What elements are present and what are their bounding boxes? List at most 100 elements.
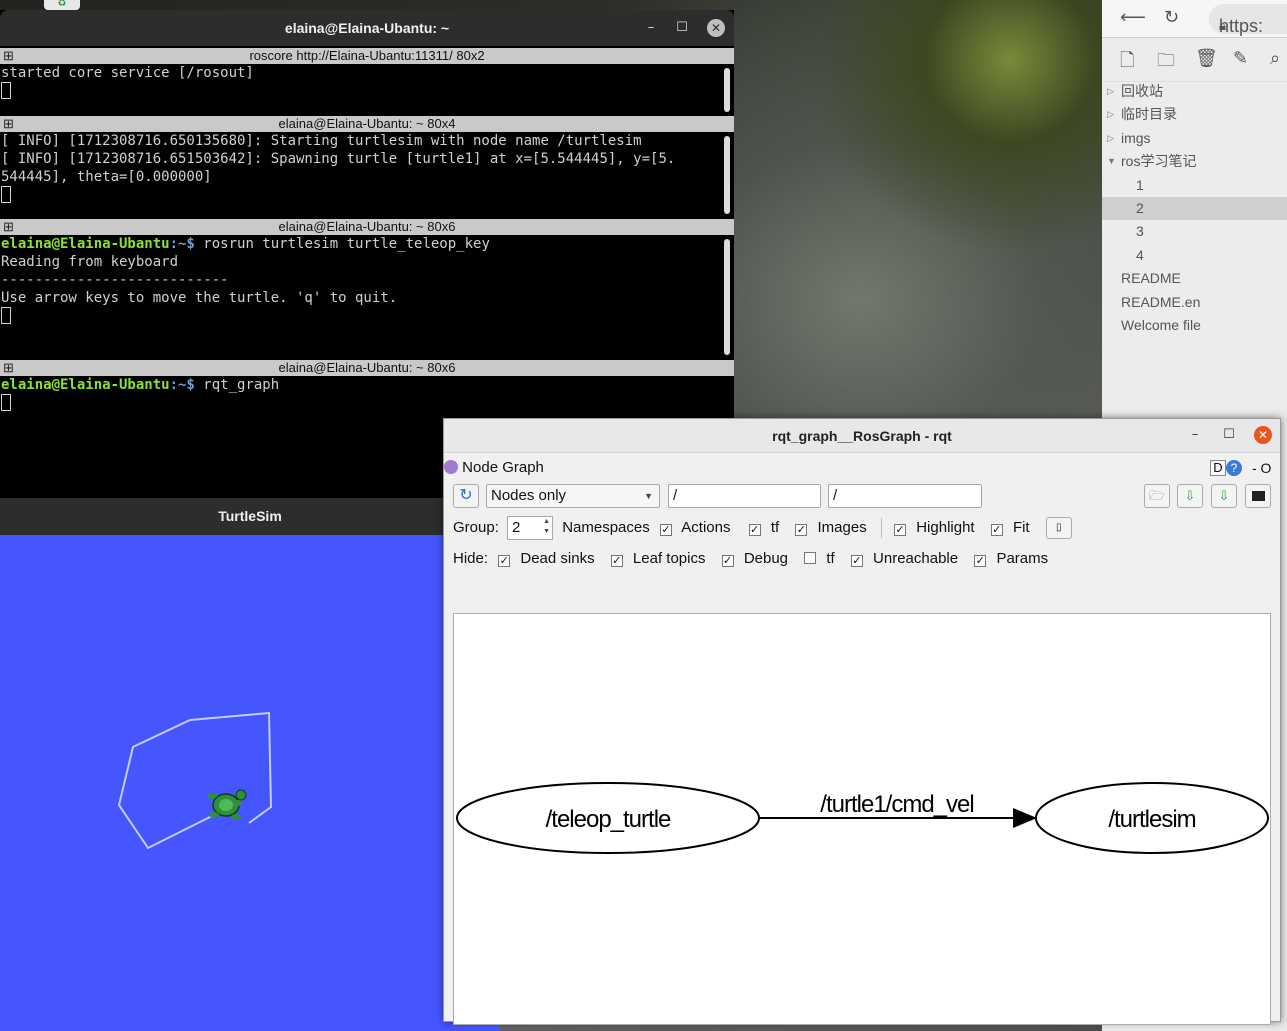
cursor: [1, 82, 11, 99]
terminal-pane-teleop[interactable]: ⊞ elaina@Elaina-Ubantu: ~ 80x6 elaina@El…: [0, 219, 734, 357]
images-checkbox[interactable]: ✓: [795, 524, 808, 536]
tree-item[interactable]: README.en: [1102, 291, 1287, 314]
node-turtlesim-label: /turtlesim: [1108, 806, 1195, 833]
dropdown-arrow-icon: ▼: [644, 491, 653, 501]
highlight-checkbox[interactable]: ✓: [894, 524, 907, 536]
pane-output: elaina@Elaina-Ubantu:~$ rosrun turtlesim…: [0, 235, 734, 325]
terminal-pane-turtlesim[interactable]: ⊞ elaina@Elaina-Ubantu: ~ 80x4 [ INFO] […: [0, 116, 734, 216]
file-tree: ▷ 回收站 ▷ 临时目录 ▷ imgs ▼ ros学习笔记 1 2 3 4 README…: [1102, 80, 1287, 337]
leaf-topics-checkbox[interactable]: ✓: [610, 555, 623, 567]
back-arrow-icon[interactable]: ⟵: [1120, 7, 1146, 28]
browser-toolbar: ⟵ ↻ 🔒︎ https:: [1102, 0, 1287, 38]
expand-arrow-icon[interactable]: ▷: [1107, 127, 1114, 150]
trash-icon[interactable]: ♻: [44, 0, 80, 10]
tree-item[interactable]: ▷ imgs: [1102, 127, 1287, 150]
tree-item[interactable]: Welcome file: [1102, 314, 1287, 337]
edit-icon[interactable]: ✎: [1233, 48, 1248, 69]
debug-checkbox[interactable]: ✓: [721, 555, 734, 567]
plugin-title: Node Graph: [462, 459, 544, 476]
terminal-pane-roscore[interactable]: ⊞ roscore http://Elaina-Ubantu:11311/ 80…: [0, 48, 734, 114]
terminal-title: elaina@Elaina-Ubantu: ~: [284, 20, 450, 36]
fit-label: Fit: [1012, 519, 1030, 536]
search-icon[interactable]: ⌕: [1270, 48, 1280, 69]
url-bar[interactable]: 🔒︎ https:: [1209, 4, 1287, 36]
namespaces-checkbox[interactable]: ✓: [659, 524, 672, 536]
highlight-label: Highlight: [916, 519, 975, 536]
refresh-icon[interactable]: ↻: [453, 484, 479, 508]
fit-view-button[interactable]: ▯: [1045, 517, 1072, 540]
expand-arrow-icon[interactable]: ▷: [1107, 103, 1114, 126]
namespaces-label: Namespaces: [562, 519, 650, 536]
scrollbar[interactable]: [724, 239, 730, 355]
turtlesim-window[interactable]: TurtleSim: [0, 498, 500, 1031]
fit-checkbox[interactable]: ✓: [990, 524, 1003, 536]
dead-sinks-checkbox[interactable]: ✓: [498, 555, 511, 567]
tf-label: tf: [770, 519, 780, 536]
tree-item[interactable]: ▷ 临时目录: [1102, 103, 1287, 126]
save-svg-icon[interactable]: ⇩: [1211, 484, 1237, 508]
graph-mode-select[interactable]: Nodes only ▼: [486, 484, 660, 508]
images-label: Images: [817, 519, 867, 536]
pane-header: ⊞ elaina@Elaina-Ubantu: ~ 80x6: [0, 360, 734, 376]
turtle-icon: [207, 789, 247, 820]
params-checkbox[interactable]: ✓: [974, 555, 987, 567]
tree-item-selected[interactable]: 2: [1102, 196, 1287, 221]
new-folder-icon[interactable]: 🗀: [1157, 48, 1175, 78]
tree-item[interactable]: README: [1102, 267, 1287, 290]
close-icon[interactable]: ✕: [707, 19, 725, 37]
collapse-arrow-icon[interactable]: ▼: [1107, 150, 1116, 173]
tree-item[interactable]: 3: [1102, 220, 1287, 243]
hide-tf-checkbox[interactable]: [804, 552, 817, 564]
unreachable-checkbox[interactable]: ✓: [850, 555, 863, 567]
tree-item[interactable]: ▼ ros学习笔记: [1102, 150, 1287, 173]
separator: [880, 518, 882, 539]
load-dot-icon[interactable]: 🗁: [1144, 484, 1170, 508]
new-file-icon[interactable]: 🗋: [1120, 48, 1134, 78]
plugin-header: Node Graph D ? - O: [444, 455, 1280, 481]
save-dot-icon[interactable]: ⇩: [1177, 484, 1203, 508]
spin-arrows-icon[interactable]: ▲ ▼: [543, 517, 550, 537]
tree-item[interactable]: 4: [1102, 244, 1287, 267]
pane-header: ⊞ roscore http://Elaina-Ubantu:11311/ 80…: [0, 48, 734, 64]
pane-output: started core service [/rosout]: [0, 64, 734, 100]
reload-icon[interactable]: ↻: [1164, 7, 1179, 28]
actions-label: Actions: [681, 519, 731, 536]
turtlesim-title: TurtleSim: [0, 498, 500, 535]
hide-row: Hide: ✓ Dead sinks ✓ Leaf topics ✓ Debug…: [453, 550, 1049, 567]
minimize-icon[interactable]: –: [642, 19, 660, 37]
scrollbar[interactable]: [724, 68, 730, 112]
rqt-window[interactable]: rqt_graph__RosGraph - rqt – ☐ ✕ Node Gra…: [443, 418, 1281, 1025]
pane-header: ⊞ elaina@Elaina-Ubantu: ~ 80x6: [0, 219, 734, 235]
maximize-icon[interactable]: ☐: [1220, 426, 1238, 444]
graph-canvas[interactable]: /teleop_turtle /turtle1/cmd_vel /turtles…: [453, 613, 1271, 1025]
scrollbar[interactable]: [724, 136, 730, 214]
dock-controls[interactable]: - O: [1252, 455, 1271, 481]
save-image-icon[interactable]: [1245, 484, 1271, 508]
topic-filter-input[interactable]: /: [828, 484, 982, 508]
rqt-titlebar[interactable]: rqt_graph__RosGraph - rqt – ☐ ✕: [444, 419, 1280, 453]
close-icon[interactable]: ✕: [1254, 426, 1272, 444]
tree-item[interactable]: ▷ 回收站: [1102, 80, 1287, 103]
maximize-icon[interactable]: ☐: [673, 19, 691, 37]
terminal-titlebar[interactable]: elaina@Elaina-Ubantu: ~ – ☐ ✕: [0, 10, 734, 46]
file-toolbar: 🗋 🗀 🗑 ✎ ⌕: [1102, 38, 1287, 82]
tf-checkbox[interactable]: ✓: [748, 524, 761, 536]
tree-item[interactable]: 1: [1102, 174, 1287, 197]
delete-icon[interactable]: 🗑: [1195, 48, 1218, 69]
pane-output: [ INFO] [1712308716.650135680]: Starting…: [0, 132, 734, 204]
help-icon[interactable]: ?: [1226, 460, 1242, 476]
minimize-icon[interactable]: –: [1186, 426, 1204, 444]
pane-header: ⊞ elaina@Elaina-Ubantu: ~ 80x4: [0, 116, 734, 132]
options-row: Group: 2 ▲ ▼ Namespaces ✓ Actions ✓ tf ✓ …: [453, 515, 1072, 541]
turtle-path: [117, 711, 273, 850]
group-spinbox[interactable]: 2 ▲ ▼: [507, 516, 554, 541]
node-teleop-turtle-label: /teleop_turtle: [546, 806, 671, 833]
pane-output: elaina@Elaina-Ubantu:~$ rqt_graph: [0, 376, 734, 412]
turtlesim-canvas: [117, 711, 273, 850]
node-filter-input[interactable]: /: [668, 484, 821, 508]
dock-button[interactable]: D: [1210, 460, 1226, 476]
rqt-title: rqt_graph__RosGraph - rqt: [772, 428, 952, 444]
node-graph-icon: [444, 460, 458, 474]
expand-arrow-icon[interactable]: ▷: [1107, 80, 1114, 103]
ros-graph: /teleop_turtle /turtle1/cmd_vel /turtles…: [456, 782, 1269, 854]
